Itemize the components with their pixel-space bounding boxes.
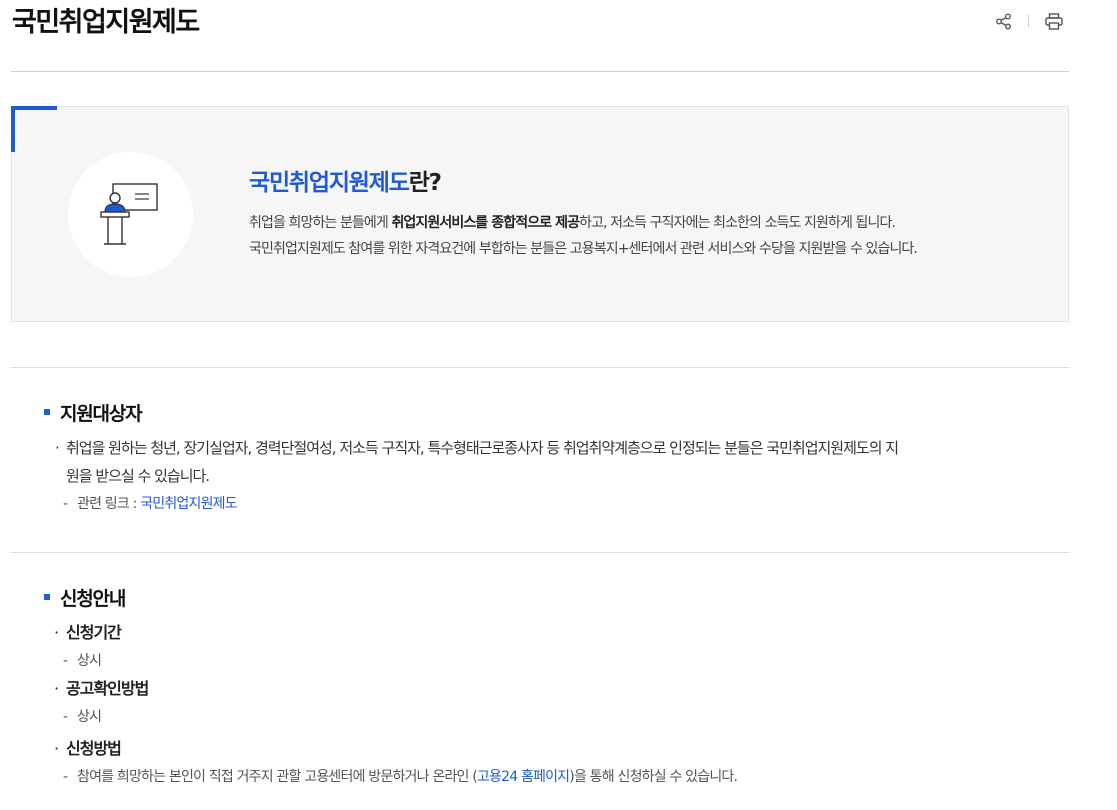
target-section-title: 지원대상자 [60,402,143,425]
apply-section-header: 신청안내 [44,583,1044,611]
intro-title: 국민취업지원제도란? [249,163,442,197]
intro-line-2: 국민취업지원제도 참여를 위한 자격요건에 부합하는 분들은 고용복지+센터에서… [249,241,918,257]
goyong24-link[interactable]: 고용24 홈페이지 [477,769,570,785]
apply-period-value-text: 상시 [77,653,102,669]
intro-title-accent: 국민취업지원제도 [249,170,410,196]
apply-method-value: - 참여를 희망하는 본인이 직접 거주지 관할 고용센터에 방문하거나 온라인 … [63,769,738,785]
intro-box: 국민취업지원제도란? 취업을 희망하는 분들에게 취업지원서비스를 종합적으로 … [11,106,1069,322]
apply-period-title-text: 신청기간 [66,623,122,642]
section-divider-2 [11,552,1069,553]
intro-line-1-bold: 취업지원서비스를 종합적으로 제공 [391,215,580,231]
section-bullet-icon [44,594,50,600]
intro-line-1: 취업을 희망하는 분들에게 취업지원서비스를 종합적으로 제공하고, 저소득 구… [249,210,1049,236]
section-divider [11,367,1069,368]
target-description: · 취업을 원하는 청년, 장기실업자, 경력단절여성, 저소득 구직자, 특수형… [44,434,1044,518]
target-bullet-text-2: 원을 받으실 수 있습니다. [66,467,210,485]
notice-method-title-text: 공고확인방법 [66,679,149,698]
related-link[interactable]: 국민취업지원제도 [140,496,237,512]
apply-method-title: · 신청방법 [54,739,122,758]
section-bullet-icon [44,409,50,415]
intro-corner-accent [11,106,57,110]
print-button[interactable] [1043,10,1065,32]
apply-section: 신청안내 · 신청기간 - 상시 · 공고확인방법 - 상시 · 신청방법 - 참여를 희망… [44,583,1044,791]
notice-method-value-text: 상시 [77,709,102,725]
target-section: 지원대상자 · 취업을 원하는 청년, 장기실업자, 경력단절여성, 저소득 구직… [44,398,1044,518]
print-icon [1045,12,1063,30]
target-section-header: 지원대상자 [44,398,1044,426]
apply-section-title: 신청안내 [60,587,126,610]
share-icon [995,13,1011,29]
presenter-podium-icon [99,182,158,245]
intro-line-1-pre: 취업을 희망하는 분들에게 [249,215,392,231]
apply-method-title-text: 신청방법 [66,739,122,758]
apply-details: · 신청기간 - 상시 · 공고확인방법 - 상시 · 신청방법 - 참여를 희망하는 본인… [44,619,1044,791]
apply-period-value: - 상시 [63,653,102,669]
intro-line-1-post: 하고, 저소득 구직자에는 최소한의 소득도 지원하게 됩니다. [579,215,896,231]
intro-corner-accent-vertical [11,106,15,152]
apply-period-title: · 신청기간 [54,623,122,642]
target-bullet-line-2: 원을 받으실 수 있습니다. [44,462,1044,490]
page-tools [992,10,1065,32]
target-bullet-text-1: 취업을 원하는 청년, 장기실업자, 경력단절여성, 저소득 구직자, 특수형태… [66,439,899,457]
target-bullet-line-1: · 취업을 원하는 청년, 장기실업자, 경력단절여성, 저소득 구직자, 특수형… [55,439,899,457]
intro-illustration [68,152,193,277]
page-title: 국민취업지원제도 [12,7,200,38]
apply-method-pre: 참여를 희망하는 본인이 직접 거주지 관할 고용센터에 방문하거나 온라인 ( [77,769,478,785]
intro-description: 취업을 희망하는 분들에게 취업지원서비스를 종합적으로 제공하고, 저소득 구… [249,210,1049,262]
share-button[interactable] [992,10,1014,32]
intro-title-suffix: 란? [408,170,442,196]
related-link-label: 관련 링크 : [77,496,141,512]
apply-method-post: )을 통해 신청하실 수 있습니다. [569,769,738,785]
tool-divider [1028,15,1029,27]
title-divider [11,71,1069,72]
notice-method-title: · 공고확인방법 [54,679,149,698]
notice-method-value: - 상시 [63,709,102,725]
related-link-row: - 관련 링크 : 국민취업지원제도 [63,496,238,512]
